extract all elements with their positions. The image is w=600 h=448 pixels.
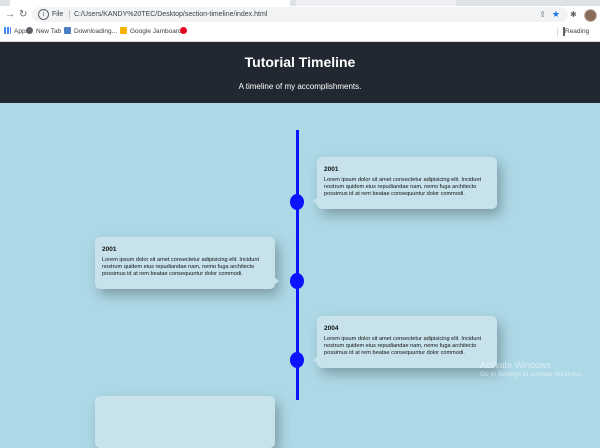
download-page-icon <box>64 27 71 34</box>
apps-grid-icon <box>4 27 11 34</box>
timeline-card: 2004 Lorem ipsum dolor sit amet consecte… <box>313 316 497 368</box>
jamboard-icon <box>120 27 127 34</box>
address-prefix: File <box>52 11 64 18</box>
address-divider <box>69 10 70 19</box>
bookmark-star-icon[interactable]: ★ <box>552 8 560 20</box>
bookmark-label: Google Jamboard <box>130 28 182 35</box>
url-text[interactable]: C:/Users/KANDY%20TEC/Desktop/section-tim… <box>74 9 267 20</box>
timeline-card: 2001 Lorem ipsum dolor sit amet consecte… <box>313 157 497 209</box>
bookmark-new-tab[interactable]: New Tab <box>26 27 61 37</box>
address-bar-row: → ↻ i File C:/Users/KANDY%20TEC/Desktop/… <box>0 6 600 24</box>
bookmarks-divider <box>557 28 558 37</box>
timeline-card-partial <box>95 396 275 448</box>
omnibox[interactable]: i File C:/Users/KANDY%20TEC/Desktop/sect… <box>32 7 568 22</box>
windows-activation-watermark: Activate Windows Go to Settings to activ… <box>480 360 583 378</box>
timeline-dot <box>290 273 304 289</box>
reading-list-label: Reading <box>565 28 590 35</box>
card-year: 2001 <box>102 246 117 253</box>
globe-icon <box>26 27 33 34</box>
card-year: 2001 <box>324 166 339 173</box>
profile-avatar[interactable] <box>584 9 597 22</box>
pinterest-icon <box>180 27 187 34</box>
bookmark-label: Downloading... <box>74 28 117 35</box>
page-title: Tutorial Timeline <box>244 54 356 70</box>
bookmarks-bar: Apps New Tab Downloading... Google Jambo… <box>0 24 600 42</box>
forward-icon[interactable]: → <box>5 9 15 21</box>
extensions-puzzle-icon[interactable]: ✱ <box>570 10 577 19</box>
timeline-card: 2001 Lorem ipsum dolor sit amet consecte… <box>95 237 279 289</box>
card-text: Lorem ipsum dolor sit amet consectetur a… <box>324 177 482 197</box>
watermark-subtitle: Go to Settings to activate Windows. <box>480 371 583 378</box>
info-icon[interactable]: i <box>38 9 49 20</box>
bookmark-pinterest[interactable] <box>180 27 190 37</box>
card-pointer <box>313 197 318 205</box>
page-header: Tutorial Timeline A timeline of my accom… <box>0 42 600 103</box>
reading-list-button[interactable]: Reading <box>563 27 589 37</box>
bookmark-google-jamboard[interactable]: Google Jamboard <box>120 27 182 37</box>
page-subtitle: A timeline of my accomplishments. <box>238 82 362 91</box>
bookmark-label: New Tab <box>36 28 62 35</box>
reload-icon[interactable]: ↻ <box>19 9 27 21</box>
card-pointer <box>274 277 279 285</box>
card-text: Lorem ipsum dolor sit amet consectetur a… <box>324 336 482 356</box>
share-icon[interactable]: ⇪ <box>539 9 546 20</box>
timeline-dot <box>290 352 304 368</box>
card-pointer <box>313 356 318 364</box>
timeline-dot <box>290 194 304 210</box>
card-text: Lorem ipsum dolor sit amet consectetur a… <box>102 257 260 277</box>
watermark-title: Activate Windows <box>480 360 552 370</box>
bookmark-downloading[interactable]: Downloading... <box>64 27 117 37</box>
card-year: 2004 <box>324 325 339 332</box>
